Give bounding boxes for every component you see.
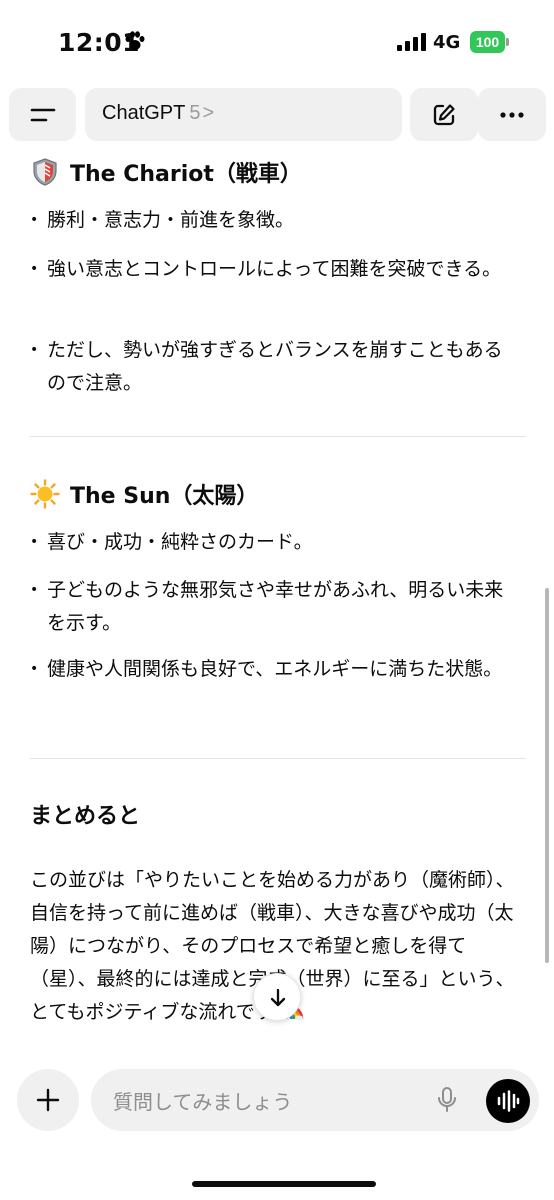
signal-icon [397, 33, 426, 51]
list-item: 強い意志とコントロールによって困難を突破できる。 [30, 253, 520, 286]
list-item: 勝利・意志力・前進を象徴。 [30, 204, 520, 237]
edit-icon [433, 104, 455, 126]
summary-heading: まとめると [30, 804, 141, 829]
voice-mode-button[interactable] [486, 1079, 530, 1123]
message-input[interactable]: 質問してみましょう [91, 1069, 539, 1131]
mic-icon[interactable] [436, 1086, 458, 1114]
scrollbar[interactable] [545, 588, 549, 963]
model-version: 5 [189, 102, 201, 124]
battery-icon: 100 [470, 31, 510, 53]
sidebar-menu-button[interactable] [9, 88, 76, 141]
arrow-down-icon [270, 988, 286, 1007]
shield-icon [33, 158, 57, 186]
battery-level: 100 [470, 31, 505, 53]
message-input-placeholder[interactable]: 質問してみましょう [113, 1086, 292, 1115]
list-item: 子どものような無邪気さや幸せがあふれ、明るい未来を示す。 [30, 574, 520, 640]
new-chat-button[interactable] [410, 88, 478, 141]
home-indicator[interactable] [192, 1181, 376, 1187]
list-item: 喜び・成功・純粋さのカード。 [30, 526, 520, 559]
more-options-button[interactable] [478, 88, 546, 141]
network-type: 4G [433, 32, 461, 53]
menu-icon [30, 108, 56, 122]
more-icon [500, 112, 524, 118]
divider [30, 758, 526, 759]
chariot-title: The Chariot（戦車） [70, 162, 302, 187]
list-item: 健康や人間関係も良好で、エネルギーに満ちた状態。 [30, 653, 520, 686]
app-title: ChatGPT [102, 102, 186, 124]
top-bar: ChatGPT 5 > [0, 88, 554, 142]
attach-button[interactable] [17, 1069, 79, 1131]
status-bar: 12:01 4G 100 [0, 0, 554, 80]
scroll-to-bottom-button[interactable] [253, 973, 301, 1021]
sun-heading: The Sun（太陽） [30, 478, 258, 510]
sun-icon [30, 479, 60, 509]
voice-waveform-icon [497, 1090, 520, 1112]
sun-title: The Sun（太陽） [70, 484, 259, 509]
chariot-heading: The Chariot（戦車） [30, 156, 302, 188]
paw-icon [125, 31, 145, 50]
chat-content[interactable]: The Chariot（戦車） 勝利・意志力・前進を象徴。 強い意志とコントロー… [0, 142, 554, 1062]
divider [30, 436, 526, 437]
model-selector-button[interactable]: ChatGPT 5 > [85, 88, 402, 141]
plus-icon [36, 1088, 60, 1112]
chevron-right-icon: > [202, 102, 215, 124]
list-item: ただし、勢いが強すぎるとバランスを崩すこともあるので注意。 [30, 334, 520, 400]
